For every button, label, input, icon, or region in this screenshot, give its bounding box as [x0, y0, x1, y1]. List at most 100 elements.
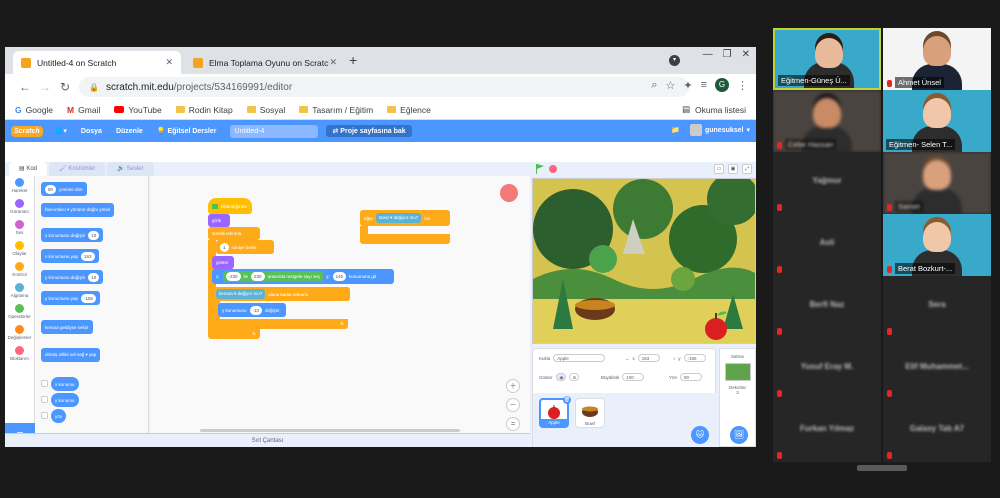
- tab-untitled-4[interactable]: Untitled-4 on Scratch ✕: [13, 51, 181, 74]
- value-pill[interactable]: -230: [225, 272, 241, 281]
- tab-code[interactable]: ▤ Kod: [9, 162, 48, 176]
- palette-set-x[interactable]: x konumunu yap 163: [41, 249, 99, 263]
- bookmark-star-icon[interactable]: ☆: [665, 79, 675, 92]
- large-stage-icon[interactable]: ▣: [728, 164, 738, 174]
- participant-tile[interactable]: Berat Bozkurt-...: [883, 214, 991, 276]
- backpack-bar[interactable]: Sırt Çantası: [5, 433, 530, 447]
- touching-bowl-block[interactable]: Bowl ▾ değiyor mu?: [376, 213, 422, 223]
- my-stuff-folder-icon[interactable]: 📁: [671, 126, 680, 134]
- when-flag-clicked-block[interactable]: tıklandığında: [208, 198, 252, 214]
- forever-block[interactable]: sürekli tekrarla: [208, 227, 260, 240]
- tab-sounds[interactable]: 🔊 Sesler: [107, 162, 154, 176]
- reload-icon[interactable]: ↻: [55, 80, 75, 94]
- value-pill[interactable]: 1: [220, 242, 229, 252]
- value-pill[interactable]: -10: [249, 305, 263, 315]
- extensions-icon[interactable]: ✦: [683, 79, 692, 92]
- hide-block[interactable]: gizle: [208, 214, 230, 227]
- delete-sprite-icon[interactable]: 🗑: [563, 396, 571, 404]
- palette-y-position[interactable]: y konumu: [51, 393, 79, 407]
- category-0[interactable]: Hareket: [5, 176, 34, 197]
- category-8[interactable]: Bloklarım: [5, 344, 34, 365]
- scratch-logo[interactable]: Scratch: [11, 125, 43, 137]
- participant-tile[interactable]: Elif Muhammet...: [883, 338, 991, 400]
- gallery-scroll-indicator[interactable]: [857, 465, 907, 471]
- palette-set-y[interactable]: y konumunu yap -156: [41, 291, 101, 305]
- go-to-xy-block[interactable]: x: -230 ile 230 arasında rastgele sayı seç …: [212, 269, 394, 284]
- checkbox-direction[interactable]: [41, 412, 48, 419]
- value-pill[interactable]: 140: [332, 272, 347, 281]
- globe-icon[interactable]: 🌐▾: [55, 127, 67, 135]
- user-menu[interactable]: gunesuksel ▾: [689, 124, 750, 136]
- see-project-page-button[interactable]: ⇄ Proje sayfasına bak: [326, 125, 412, 137]
- sprite-size-input[interactable]: 100: [622, 373, 645, 381]
- palette-change-y[interactable]: y konumunu değiştir 10: [41, 270, 104, 284]
- bookmark-google[interactable]: G Google: [15, 105, 53, 115]
- participant-tile[interactable]: Yağmur: [773, 152, 881, 214]
- palette-direction[interactable]: yön: [51, 409, 67, 423]
- participant-tile[interactable]: Samet: [883, 152, 991, 214]
- value-pill[interactable]: 10: [88, 230, 100, 240]
- participant-tile[interactable]: Eğitmen-Güneş Ü...: [773, 28, 881, 90]
- profile-avatar[interactable]: G: [715, 78, 729, 92]
- fullscreen-icon[interactable]: ⤢: [742, 164, 752, 174]
- wait-block[interactable]: 1 saniye bekle: [216, 240, 274, 254]
- bookmark-tasarim[interactable]: Tasarım / Eğitim: [299, 105, 373, 115]
- bookmark-rodin-kitap[interactable]: Rodin Kitap: [175, 105, 233, 115]
- zoom-in-icon[interactable]: ＋: [506, 379, 520, 393]
- participant-tile[interactable]: Cebe Hassan: [773, 90, 881, 152]
- checkbox-x[interactable]: [41, 380, 48, 387]
- close-tab-icon[interactable]: ✕: [329, 57, 337, 68]
- minimize-icon[interactable]: —: [703, 49, 713, 60]
- back-icon[interactable]: ←: [15, 80, 35, 94]
- restore-icon[interactable]: ❐: [723, 49, 732, 60]
- palette-bounce[interactable]: kenara geldiyse sektir: [41, 320, 93, 334]
- project-title-input[interactable]: Untitled-4: [230, 124, 319, 138]
- small-stage-icon[interactable]: ▭: [714, 164, 724, 174]
- category-7[interactable]: Değişkenler: [5, 323, 34, 344]
- show-hidden-icon[interactable]: ⊘: [568, 373, 579, 381]
- forward-icon[interactable]: →: [35, 80, 55, 94]
- menu-tutorials[interactable]: 💡 Eğitsel Dersler: [157, 127, 217, 135]
- participant-tile[interactable]: Eğitmen- Selen T...: [883, 90, 991, 152]
- category-4[interactable]: Kontrol: [5, 260, 34, 281]
- palette-change-x[interactable]: x konumunu değiştir 10: [41, 228, 104, 242]
- sprite-direction-input[interactable]: 90: [680, 373, 703, 381]
- participant-tile[interactable]: Sera: [883, 276, 991, 338]
- sprite-tile-bowl[interactable]: Bowl: [575, 398, 605, 428]
- value-pill[interactable]: 90: [45, 184, 57, 194]
- checkbox-y[interactable]: [41, 396, 48, 403]
- reading-list[interactable]: ▤ Okuma listesi: [682, 104, 746, 115]
- stage-canvas[interactable]: [532, 178, 756, 344]
- menu-file[interactable]: Dosya: [81, 128, 102, 135]
- palette-point-in-direction[interactable]: 90 yönüne dön: [41, 182, 87, 196]
- value-pill[interactable]: -156: [81, 293, 97, 303]
- participant-tile[interactable]: Asli: [773, 214, 881, 276]
- palette-rotation-style[interactable]: dönüş stilini sol-sağ ▾ yap: [41, 348, 101, 362]
- sprite-y-input[interactable]: -156: [683, 354, 706, 362]
- value-pill[interactable]: 230: [251, 272, 265, 281]
- add-backdrop-icon[interactable]: 🖼: [730, 426, 748, 444]
- stop-icon[interactable]: [549, 165, 557, 173]
- bookmark-eglence[interactable]: Eğlence: [387, 105, 431, 115]
- sprite-tile-apple[interactable]: Apple 🗑: [539, 396, 571, 428]
- category-3[interactable]: Olaylar: [5, 239, 34, 260]
- more-menu-icon[interactable]: ⋮: [737, 79, 748, 92]
- new-tab-icon[interactable]: +: [349, 52, 357, 68]
- menu-edit[interactable]: Düzenle: [116, 128, 143, 135]
- menu-list-icon[interactable]: ≡: [701, 79, 707, 91]
- change-y-block[interactable]: y konumunu -10 değiştir: [218, 303, 286, 317]
- address-bar[interactable]: 🔒 scratch.mit.edu/projects/534169991/edi…: [79, 77, 689, 97]
- value-pill[interactable]: 163: [81, 251, 95, 261]
- repeat-until-block[interactable]: kenara ▾ değiyor mu? olana kadar tekrarl…: [212, 287, 350, 301]
- tab-search-icon[interactable]: ▾: [669, 55, 680, 66]
- palette-x-position[interactable]: x konumu: [51, 377, 79, 391]
- bookmark-sosyal[interactable]: Sosyal: [246, 105, 285, 115]
- close-tab-icon[interactable]: ✕: [165, 57, 173, 68]
- category-1[interactable]: Görünüm: [5, 197, 34, 218]
- script-area[interactable]: tıklandığında gizle sürekli tekrarla 1 sa…: [150, 176, 530, 433]
- participant-tile[interactable]: Yusuf Eray M.: [773, 338, 881, 400]
- participant-tile[interactable]: Berfi Naz: [773, 276, 881, 338]
- touching-edge-block[interactable]: kenara ▾ değiyor mu?: [216, 289, 266, 299]
- sprite-name-input[interactable]: Apple: [553, 354, 606, 362]
- tab-elma-toplama[interactable]: Elma Toplama Oyunu on Scratch ✕: [185, 51, 345, 74]
